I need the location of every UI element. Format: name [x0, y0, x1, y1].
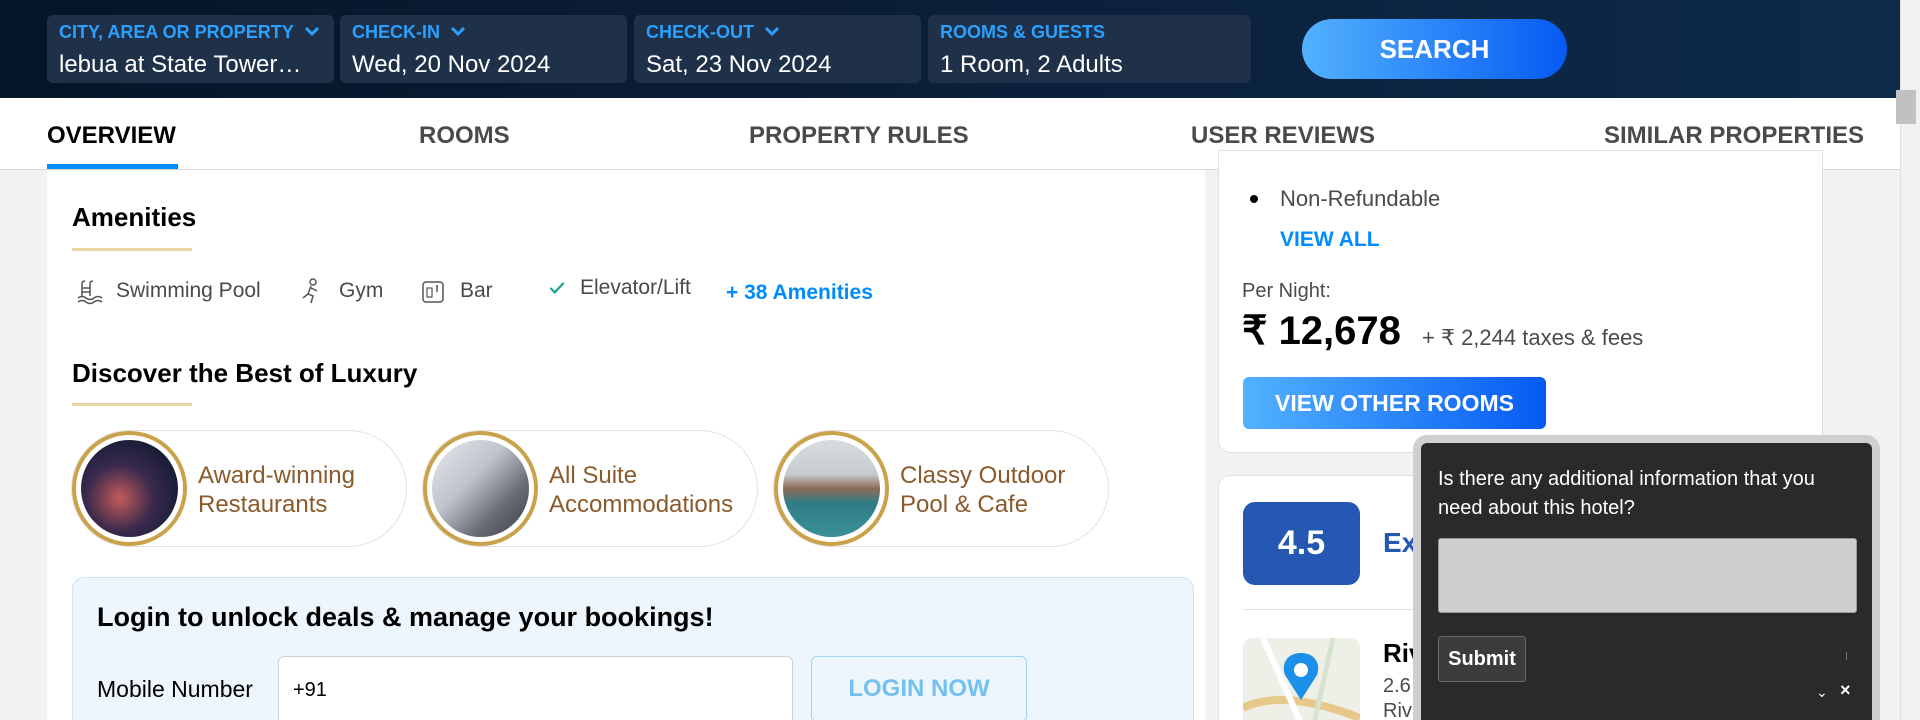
- luxury-card-line2: Restaurants: [198, 491, 328, 518]
- location-distance: 2.6: [1383, 675, 1411, 697]
- mobile-number-input[interactable]: [278, 656, 793, 720]
- chevron-down-icon: [450, 26, 466, 37]
- luxury-card-suites[interactable]: All Suite Accommodations: [422, 430, 758, 547]
- per-night-label: Per Night:: [1242, 280, 1331, 302]
- checkin-field[interactable]: CHECK-IN Wed, 20 Nov 2024: [340, 15, 627, 83]
- map-pin-icon: [1243, 638, 1360, 720]
- suite-photo: [432, 440, 529, 537]
- tab-property-rules[interactable]: PROPERTY RULES: [749, 122, 969, 150]
- pool-photo: [783, 440, 880, 537]
- checkout-value: Sat, 23 Nov 2024: [646, 51, 832, 78]
- divider: [1846, 652, 1847, 660]
- checkmark-icon: [549, 282, 565, 294]
- gym-icon: [302, 278, 318, 304]
- checkin-label: CHECK-IN: [352, 21, 440, 42]
- chevron-down-icon: [304, 26, 319, 37]
- login-title: Login to unlock deals & manage your book…: [97, 602, 714, 632]
- tab-overview[interactable]: OVERVIEW: [47, 122, 176, 150]
- minimize-icon[interactable]: ⌄: [1816, 684, 1828, 701]
- rooms-guests-value: 1 Room, 2 Adults: [940, 51, 1123, 78]
- scrollbar-thumb[interactable]: [1896, 90, 1916, 124]
- submit-button[interactable]: Submit: [1438, 636, 1526, 682]
- tab-rooms[interactable]: ROOMS: [419, 122, 510, 150]
- luxury-card-line1: Classy Outdoor: [900, 462, 1066, 489]
- amenity-label: Elevator/Lift: [580, 276, 691, 299]
- amenity-elevator: Elevator/Lift: [546, 276, 691, 300]
- luxury-card-pool[interactable]: Classy Outdoor Pool & Cafe: [773, 430, 1109, 547]
- luxury-card-line1: Award-winning: [198, 462, 355, 489]
- login-prompt: Login to unlock deals & manage your book…: [72, 577, 1194, 720]
- amenity-label: Bar: [460, 279, 493, 302]
- chevron-down-icon: [764, 26, 780, 37]
- rooms-guests-field[interactable]: ROOMS & GUESTS 1 Room, 2 Adults: [928, 15, 1251, 83]
- checkout-label: CHECK-OUT: [646, 21, 754, 42]
- luxury-card-restaurants[interactable]: Award-winning Restaurants: [71, 430, 407, 547]
- amenity-label: Swimming Pool: [116, 279, 261, 302]
- checkin-value: Wed, 20 Nov 2024: [352, 51, 551, 78]
- rating-score: 4.5: [1243, 502, 1360, 585]
- amenity-label: Gym: [339, 279, 384, 302]
- refund-policy: Non-Refundable: [1280, 186, 1441, 211]
- luxury-title: Discover the Best of Luxury: [72, 358, 418, 388]
- price-value: ₹ 12,678: [1242, 309, 1401, 353]
- tab-user-reviews[interactable]: USER REVIEWS: [1191, 122, 1375, 150]
- taxes-fees: + ₹ 2,244 taxes & fees: [1422, 325, 1644, 350]
- search-bar: CITY, AREA OR PROPERTY lebua at State To…: [0, 0, 1920, 98]
- feedback-question: Is there any additional information that…: [1438, 468, 1815, 519]
- checkout-field[interactable]: CHECK-OUT Sat, 23 Nov 2024: [634, 15, 921, 83]
- amenities-title-underline: [72, 248, 192, 251]
- city-value: lebua at State Tower…: [59, 51, 302, 78]
- location-subtext: Riv: [1383, 700, 1412, 720]
- search-button[interactable]: SEARCH: [1302, 19, 1567, 79]
- view-other-rooms-button[interactable]: VIEW OTHER ROOMS: [1243, 377, 1546, 429]
- luxury-card-line1: All Suite: [549, 462, 638, 489]
- swimming-pool-icon: [77, 280, 103, 305]
- luxury-title-underline: [72, 403, 192, 406]
- login-now-button[interactable]: LOGIN NOW: [811, 656, 1027, 720]
- luxury-card-line2: Accommodations: [549, 491, 734, 518]
- amenity-bar: Bar: [418, 276, 493, 306]
- city-label: CITY, AREA OR PROPERTY: [59, 21, 294, 42]
- feedback-input[interactable]: [1438, 538, 1857, 613]
- close-icon[interactable]: ×: [1840, 680, 1851, 701]
- bar-icon: [422, 281, 444, 303]
- view-all-link[interactable]: VIEW ALL: [1280, 228, 1380, 252]
- amenity-gym: Gym: [297, 276, 383, 306]
- tab-similar-properties[interactable]: SIMILAR PROPERTIES: [1604, 122, 1864, 150]
- amenity-swimming-pool: Swimming Pool: [74, 276, 261, 306]
- rooms-guests-label: ROOMS & GUESTS: [940, 21, 1106, 42]
- restaurant-photo: [81, 440, 178, 537]
- luxury-card-line2: Pool & Cafe: [900, 491, 1029, 518]
- bullet: [1250, 195, 1258, 203]
- map-thumbnail[interactable]: [1243, 638, 1360, 720]
- city-field[interactable]: CITY, AREA OR PROPERTY lebua at State To…: [47, 15, 334, 83]
- amenities-title: Amenities: [72, 202, 197, 232]
- active-tab-indicator: [47, 164, 178, 169]
- mobile-number-label: Mobile Number: [97, 676, 253, 702]
- more-amenities-link[interactable]: + 38 Amenities: [726, 281, 873, 305]
